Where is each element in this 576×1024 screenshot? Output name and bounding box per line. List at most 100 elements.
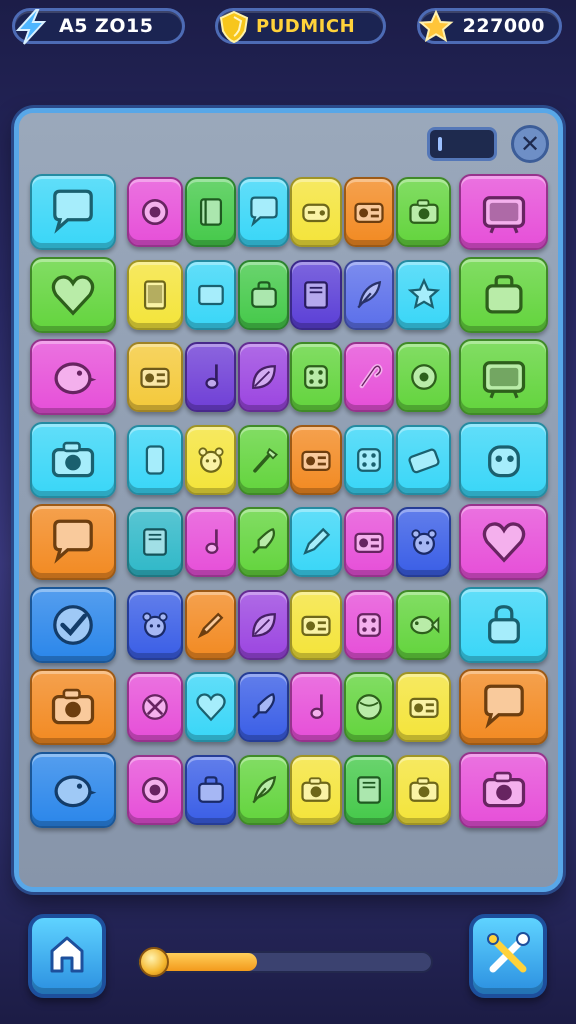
tile-r6-c8[interactable] [459,586,548,663]
tile-r1-c6[interactable] [344,177,394,247]
progress-slider[interactable] [137,947,433,977]
tile-r3-c5[interactable] [290,342,342,412]
tile-r2-c6[interactable] [344,259,394,330]
tile-r3-c8[interactable] [459,339,548,415]
tile-r2-c2[interactable] [127,259,183,330]
fish-icon [406,607,442,643]
tile-r8-c8[interactable] [459,751,548,828]
tile-r1-c8[interactable] [459,174,548,250]
tile-r3-c7[interactable] [396,342,451,412]
tile-r5-c7[interactable] [396,507,451,577]
star-icon [406,277,442,313]
tile-r4-c1[interactable] [30,421,116,498]
tile-r5-c4[interactable] [238,507,289,577]
tile-r1-c7[interactable] [396,177,451,247]
tile-r3-c6[interactable] [344,342,394,412]
donut-icon [406,359,442,395]
lightning-bolt-icon [11,7,51,47]
tile-r2-c7[interactable] [396,259,451,330]
radio-icon [406,689,442,725]
bear-icon [137,607,173,643]
title-text: PUDMICH [256,15,356,37]
tile-r8-c2[interactable] [127,754,183,825]
tile-r4-c2[interactable] [127,424,183,495]
bird-icon [47,764,99,816]
tile-r6-c4[interactable] [238,589,289,660]
tile-r3-c3[interactable] [185,342,236,412]
tile-r4-c8[interactable] [459,421,548,498]
close-icon[interactable]: ✕ [511,125,549,163]
phone-icon [137,442,173,478]
tile-r1-c2[interactable] [127,177,183,247]
tile-r4-c6[interactable] [344,424,394,495]
tile-r8-c3[interactable] [185,754,236,825]
radio-icon [351,524,387,560]
tile-r7-c2[interactable] [127,672,183,742]
tile-r2-c5[interactable] [290,259,342,330]
stars-counter[interactable]: 227000 [417,8,562,44]
tile-r1-c4[interactable] [238,177,289,247]
tile-r3-c1[interactable] [30,339,116,415]
camera-icon [47,681,99,733]
tile-r7-c4[interactable] [238,672,289,742]
speech-bubble-icon [478,681,530,733]
bag-icon [246,277,282,313]
keyboard-icon [406,442,442,478]
book-icon [298,277,334,313]
title-badge[interactable]: PUDMICH [215,8,386,44]
tile-r8-c7[interactable] [396,754,451,825]
tile-r4-c4[interactable] [238,424,289,495]
energy-counter[interactable]: A5 ZO15 [11,7,185,47]
heart-icon [47,269,99,321]
tile-r5-c3[interactable] [185,507,236,577]
radio-icon [298,442,334,478]
tile-r7-c6[interactable] [344,672,394,742]
tile-r6-c2[interactable] [127,589,183,660]
tile-r7-c3[interactable] [185,672,236,742]
tile-r4-c5[interactable] [290,424,342,495]
tile-r5-c6[interactable] [344,507,394,577]
slider-knob[interactable] [139,947,169,977]
tile-r1-c3[interactable] [185,177,236,247]
tile-r6-c3[interactable] [185,589,236,660]
tile-r8-c6[interactable] [344,754,394,825]
tile-r2-c1[interactable] [30,256,116,333]
home-button[interactable] [28,914,106,998]
tile-r1-c5[interactable] [290,177,342,247]
tile-r4-c3[interactable] [185,424,236,495]
speech-bubble-icon [47,516,99,568]
tile-r2-c3[interactable] [185,259,236,330]
tile-r8-c4[interactable] [238,754,289,825]
tile-r6-c6[interactable] [344,589,394,660]
heart-icon [193,689,229,725]
tile-r7-c5[interactable] [290,672,342,742]
toggle-switch-icon[interactable] [427,127,497,161]
tile-r7-c8[interactable] [459,669,548,745]
pencil-icon [298,524,334,560]
tile-r7-c7[interactable] [396,672,451,742]
tile-r5-c1[interactable] [30,504,116,580]
tile-r5-c5[interactable] [290,507,342,577]
radio-icon [137,359,173,395]
no-entry-icon [137,689,173,725]
tile-r6-c1[interactable] [30,586,116,663]
tile-r4-c7[interactable] [396,424,451,495]
tile-r5-c8[interactable] [459,504,548,580]
tile-r5-c2[interactable] [127,507,183,577]
leaf-icon [246,359,282,395]
tile-r7-c1[interactable] [30,669,116,745]
tools-button[interactable] [469,914,547,998]
heart-icon [478,516,530,568]
tile-r1-c1[interactable] [30,174,116,250]
tile-r6-c5[interactable] [290,589,342,660]
tile-r2-c8[interactable] [459,256,548,333]
rocket-icon [246,524,282,560]
tile-r2-c4[interactable] [238,259,289,330]
tile-r3-c2[interactable] [127,342,183,412]
tile-r3-c4[interactable] [238,342,289,412]
tile-r8-c5[interactable] [290,754,342,825]
camera-icon [406,194,442,230]
tile-r8-c1[interactable] [30,751,116,828]
tile-r6-c7[interactable] [396,589,451,660]
robot-icon [478,434,530,486]
